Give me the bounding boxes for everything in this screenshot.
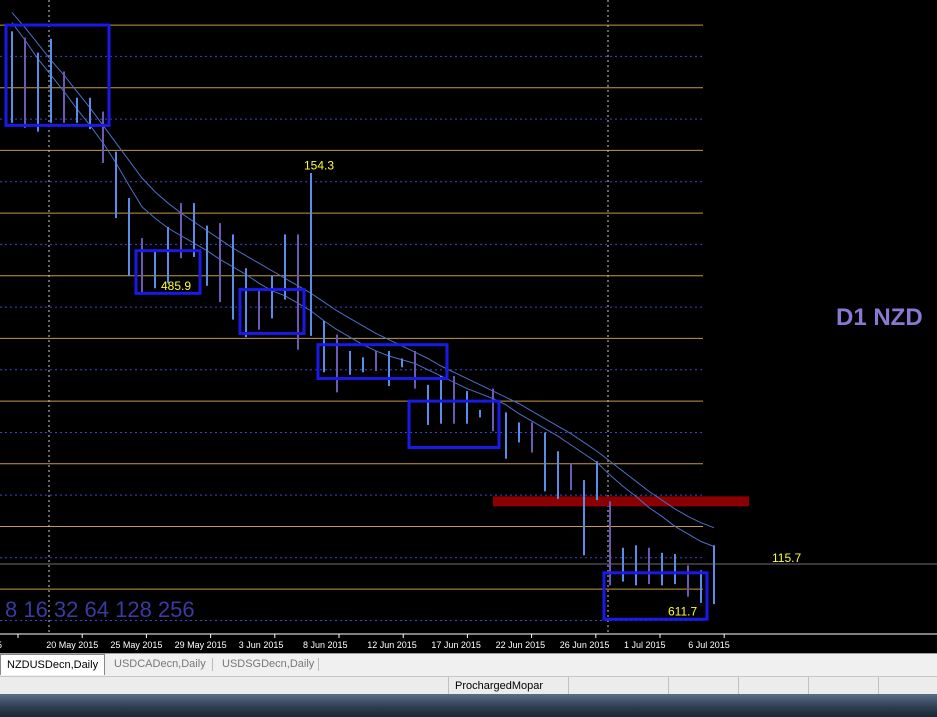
status-bar: ProchargedMopar xyxy=(0,676,937,695)
time-axis-label: 6 Jul 2015 xyxy=(688,640,730,650)
status-author: ProchargedMopar xyxy=(448,677,568,695)
tab-usdsgd[interactable]: USDSGDecn,Daily xyxy=(216,656,320,673)
price-annotation: 154.3 xyxy=(304,158,334,172)
timeframe-label: D1 NZD xyxy=(836,304,923,331)
chart: 154.3 485.9 115.7 611.7 D1 NZD 8 16 32 64 128… xyxy=(0,0,937,653)
time-axis-label: 20 May 2015 xyxy=(46,640,98,650)
time-axis-label: 2015 xyxy=(0,640,2,650)
price-annotation: 485.9 xyxy=(161,279,191,293)
time-axis-label: 3 Jun 2015 xyxy=(239,640,284,650)
time-axis-label: 12 Jun 2015 xyxy=(367,640,417,650)
resistance-zone xyxy=(493,496,749,507)
symbol-tabbar: NZDUSDecn,Daily USDCADecn,Daily USDSGDec… xyxy=(0,653,937,676)
time-axis-label: 17 Jun 2015 xyxy=(431,640,481,650)
tab-separator xyxy=(212,658,213,671)
tab-usdcad[interactable]: USDCADecn,Daily xyxy=(108,656,212,673)
price-annotation: 611.7 xyxy=(668,605,697,619)
price-annotation: 115.7 xyxy=(772,551,801,565)
tab-separator xyxy=(318,658,319,671)
time-axis-label: 1 Jul 2015 xyxy=(624,640,666,650)
time-axis-label: 29 May 2015 xyxy=(175,640,227,650)
taskbar xyxy=(0,694,937,717)
time-axis-label: 25 May 2015 xyxy=(110,640,162,650)
status-cell-empty xyxy=(668,677,738,695)
time-axis-label: 26 Jun 2015 xyxy=(560,640,610,650)
time-axis-label: 8 Jun 2015 xyxy=(303,640,348,650)
time-axis-label: 22 Jun 2015 xyxy=(496,640,546,650)
status-cell-empty xyxy=(568,677,668,695)
status-cell-empty xyxy=(808,677,878,695)
sequence-label: 8 16 32 64 128 256 xyxy=(5,597,195,622)
tab-nzdusd[interactable]: NZDUSDecn,Daily xyxy=(0,654,106,675)
status-cell-empty xyxy=(738,677,808,695)
status-cell-empty xyxy=(878,677,937,695)
